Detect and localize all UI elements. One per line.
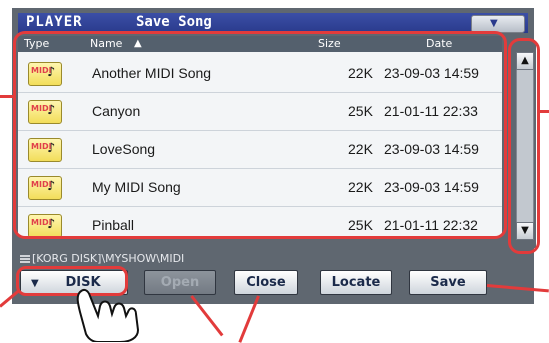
sort-asc-icon: ▲ [134,38,142,49]
path-bar: [KORG DISK]\MYSHOW\MIDI [18,252,530,266]
list-item[interactable]: MIDI ♪ Canyon 25K 21-01-11 22:33 [18,94,502,130]
list-item[interactable]: MIDI ♪ LoveSong 22K 23-09-03 14:59 [18,132,502,168]
file-size: 22K [348,141,373,157]
file-name: Canyon [92,103,141,119]
file-name: Pinball [92,217,135,233]
chevron-down-icon: ▼ [31,278,39,289]
col-name[interactable]: Name [90,37,122,50]
page-menu-button[interactable]: ▼ [471,15,525,33]
file-date: 21-01-11 22:33 [384,103,478,119]
file-date: 23-09-03 14:59 [384,141,479,157]
list-header: Type Name ▲ Size Date [18,36,502,52]
midi-file-icon: MIDI ♪ [28,62,62,86]
scroll-track[interactable] [516,52,534,240]
file-size: 25K [348,217,373,233]
list-item[interactable]: MIDI ♪ Another MIDI Song 22K 23-09-03 14:… [18,56,502,92]
scroll-up-icon[interactable]: ▲ [516,52,534,70]
col-type[interactable]: Type [24,37,49,50]
chevron-down-icon: ▼ [490,18,498,29]
app-title: PLAYER [26,14,83,30]
file-date: 23-09-03 14:59 [384,179,479,195]
file-name: LoveSong [92,141,156,157]
divider [18,130,502,131]
current-path: [KORG DISK]\MYSHOW\MIDI [32,252,185,265]
close-button[interactable]: Close [234,270,298,295]
locate-button[interactable]: Locate [320,270,392,295]
file-list: Type Name ▲ Size Date MIDI ♪ Another MIDI… [18,36,502,238]
open-button[interactable]: Open [144,270,216,295]
save-button[interactable]: Save [409,270,487,295]
pointing-hand-icon [76,288,140,342]
divider [18,206,502,207]
file-date: 23-09-03 14:59 [384,65,479,81]
file-size: 25K [348,103,373,119]
col-size[interactable]: Size [318,37,341,50]
midi-file-icon: MIDI ♪ [28,214,62,238]
midi-file-icon: MIDI ♪ [28,176,62,200]
title-bar: PLAYER Save Song ▼ [18,13,528,33]
file-size: 22K [348,65,373,81]
file-size: 22K [348,179,373,195]
file-date: 21-01-11 22:32 [384,217,478,233]
divider [18,168,502,169]
list-item[interactable]: MIDI ♪ My MIDI Song 22K 23-09-03 14:59 [18,170,502,206]
callout-leader [540,110,549,113]
page-title: Save Song [136,14,212,30]
list-item[interactable]: MIDI ♪ Pinball 25K 21-01-11 22:32 [18,208,502,244]
vertical-scrollbar[interactable]: ▲ ▼ [512,42,536,248]
file-name: My MIDI Song [92,179,181,195]
file-name: Another MIDI Song [92,65,212,81]
midi-file-icon: MIDI ♪ [28,100,62,124]
col-date[interactable]: Date [426,37,452,50]
divider [18,92,502,93]
path-icon [20,255,30,263]
midi-file-icon: MIDI ♪ [28,138,62,162]
callout-leader [0,95,14,98]
scroll-down-icon[interactable]: ▼ [516,222,534,240]
